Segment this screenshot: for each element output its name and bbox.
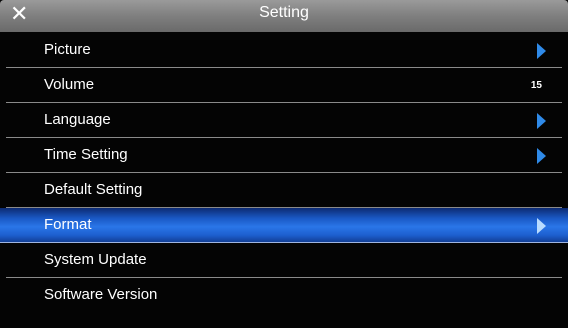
menu-item-label: Software Version [44, 286, 158, 303]
settings-screen: ✕ Setting Picture Volume 15 Language Tim… [0, 0, 568, 328]
settings-menu: Picture Volume 15 Language Time Setting … [0, 33, 568, 312]
chevron-right-icon [537, 113, 546, 129]
menu-item-language[interactable]: Language [6, 103, 562, 138]
menu-item-label: Picture [44, 41, 91, 58]
title-bar: ✕ Setting [0, 0, 568, 32]
menu-item-software-version[interactable]: Software Version [6, 278, 562, 312]
volume-value: 15 [530, 80, 542, 91]
menu-item-label: Time Setting [44, 146, 128, 163]
chevron-right-icon [537, 218, 546, 234]
menu-item-label: Default Setting [44, 181, 143, 198]
menu-item-picture[interactable]: Picture [6, 33, 562, 68]
menu-item-label: Volume [44, 76, 95, 93]
menu-item-default-setting[interactable]: Default Setting [6, 173, 562, 208]
window-title: Setting [259, 4, 309, 21]
menu-item-format[interactable]: Format [0, 208, 568, 243]
menu-item-time-setting[interactable]: Time Setting [6, 138, 562, 173]
chevron-right-icon [537, 148, 546, 164]
menu-item-label: Language [44, 111, 111, 128]
menu-item-label: System Update [44, 251, 147, 268]
chevron-right-icon [537, 43, 546, 59]
menu-item-system-update[interactable]: System Update [6, 243, 562, 278]
menu-item-volume[interactable]: Volume 15 [6, 68, 562, 103]
menu-item-label: Format [44, 216, 92, 233]
